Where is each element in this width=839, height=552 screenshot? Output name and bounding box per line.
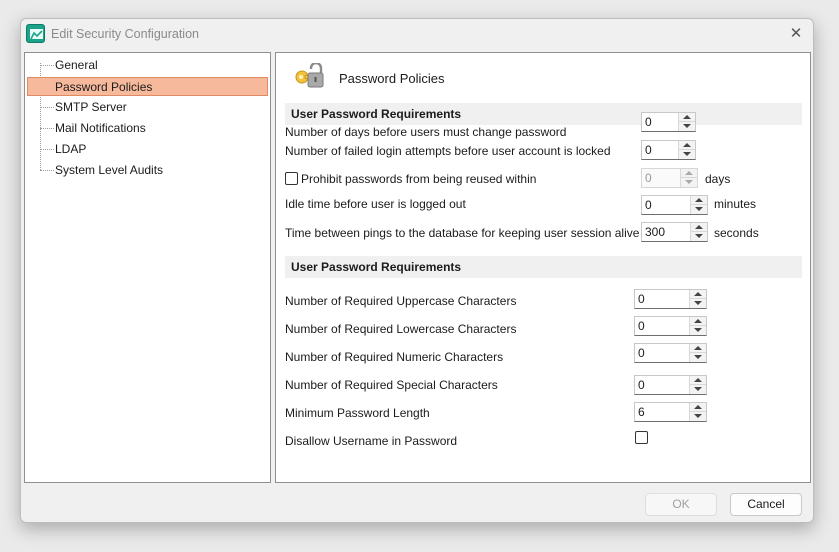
lowercase-stepper[interactable]: 0 xyxy=(634,316,707,336)
failed-attempts-value: 0 xyxy=(645,143,652,157)
tree-item-system-level-audits[interactable]: System Level Audits xyxy=(27,161,268,180)
cancel-button[interactable]: Cancel xyxy=(730,493,802,516)
spin-down-icon[interactable] xyxy=(690,353,706,362)
tree-item-general[interactable]: General xyxy=(27,56,268,75)
spin-down-icon[interactable] xyxy=(690,299,706,308)
ping-time-stepper[interactable]: 300 xyxy=(641,222,708,242)
window-title: Edit Security Configuration xyxy=(51,27,199,41)
disallow-username-label: Disallow Username in Password xyxy=(285,434,458,448)
tree-item-label: Mail Notifications xyxy=(55,121,146,135)
settings-tree: General Password Policies SMTP Server Ma… xyxy=(24,52,271,483)
spin-up-icon[interactable] xyxy=(690,290,706,299)
spin-up-icon[interactable] xyxy=(679,113,695,122)
spin-up-icon[interactable] xyxy=(690,376,706,385)
numeric-stepper[interactable]: 0 xyxy=(634,343,707,363)
failed-attempts-stepper[interactable]: 0 xyxy=(641,140,696,160)
page-title: Password Policies xyxy=(339,71,445,86)
numeric-value: 0 xyxy=(638,346,645,360)
tree-item-label: LDAP xyxy=(55,142,87,156)
spin-down-icon[interactable] xyxy=(679,150,695,159)
security-config-dialog: Edit Security Configuration ✕ General Pa… xyxy=(20,18,814,523)
lowercase-label: Number of Required Lowercase Characters xyxy=(285,322,517,336)
spin-down-icon[interactable] xyxy=(691,205,707,214)
days-change-value: 0 xyxy=(645,115,652,129)
title-bar: Edit Security Configuration ✕ xyxy=(21,19,813,49)
prohibit-reuse-stepper[interactable]: 0 xyxy=(641,168,698,188)
close-icon[interactable]: ✕ xyxy=(785,23,807,45)
tree-item-label: General xyxy=(55,58,98,72)
prohibit-reuse-checkbox[interactable] xyxy=(285,172,298,185)
spin-down-icon[interactable] xyxy=(690,385,706,394)
spin-up-icon[interactable] xyxy=(681,169,697,178)
section-header-user-password-requirements: User Password Requirements xyxy=(285,103,802,125)
ping-time-label: Time between pings to the database for k… xyxy=(285,226,640,240)
key-lock-icon xyxy=(293,61,325,93)
days-change-stepper[interactable]: 0 xyxy=(641,112,696,132)
min-length-stepper[interactable]: 6 xyxy=(634,402,707,422)
spin-down-icon[interactable] xyxy=(690,412,706,421)
special-value: 0 xyxy=(638,378,645,392)
tree-item-mail-notifications[interactable]: Mail Notifications xyxy=(27,119,268,138)
tree-item-smtp-server[interactable]: SMTP Server xyxy=(27,98,268,117)
spin-up-icon[interactable] xyxy=(691,223,707,232)
spin-up-icon[interactable] xyxy=(690,344,706,353)
idle-time-value: 0 xyxy=(645,198,652,212)
chart-icon xyxy=(30,29,43,40)
prohibit-reuse-value: 0 xyxy=(645,171,652,185)
spin-down-icon[interactable] xyxy=(681,178,697,187)
ok-button[interactable]: OK xyxy=(645,493,717,516)
spin-down-icon[interactable] xyxy=(679,122,695,131)
idle-time-label: Idle time before user is logged out xyxy=(285,197,466,211)
min-length-label: Minimum Password Length xyxy=(285,406,430,420)
special-stepper[interactable]: 0 xyxy=(634,375,707,395)
numeric-label: Number of Required Numeric Characters xyxy=(285,350,504,364)
tree-item-label: Password Policies xyxy=(55,80,153,94)
app-icon xyxy=(26,24,45,43)
uppercase-stepper[interactable]: 0 xyxy=(634,289,707,309)
spin-down-icon[interactable] xyxy=(690,326,706,335)
spin-up-icon[interactable] xyxy=(690,403,706,412)
spin-up-icon[interactable] xyxy=(679,141,695,150)
spin-up-icon[interactable] xyxy=(691,196,707,205)
tree-item-ldap[interactable]: LDAP xyxy=(27,140,268,159)
spin-down-icon[interactable] xyxy=(691,232,707,241)
uppercase-value: 0 xyxy=(638,292,645,306)
min-length-value: 6 xyxy=(638,405,645,419)
failed-attempts-label: Number of failed login attempts before u… xyxy=(285,144,611,158)
idle-time-stepper[interactable]: 0 xyxy=(641,195,708,215)
days-change-label: Number of days before users must change … xyxy=(285,125,567,139)
ping-time-unit: seconds xyxy=(714,226,759,240)
tree-item-label: SMTP Server xyxy=(55,100,127,114)
special-label: Number of Required Special Characters xyxy=(285,378,498,392)
prohibit-reuse-unit: days xyxy=(705,172,731,186)
tree-item-password-policies[interactable]: Password Policies xyxy=(27,77,268,96)
uppercase-label: Number of Required Uppercase Characters xyxy=(285,294,517,308)
lowercase-value: 0 xyxy=(638,319,645,333)
prohibit-reuse-label: Prohibit passwords from being reused wit… xyxy=(301,172,537,186)
section-header-user-password-requirements-2: User Password Requirements xyxy=(285,256,802,278)
tree-item-label: System Level Audits xyxy=(55,163,164,177)
disallow-username-checkbox[interactable] xyxy=(635,431,648,444)
password-policies-panel: Password Policies User Password Requirem… xyxy=(275,52,811,483)
ping-time-value: 300 xyxy=(645,225,666,239)
idle-time-unit: minutes xyxy=(714,197,757,211)
spin-up-icon[interactable] xyxy=(690,317,706,326)
